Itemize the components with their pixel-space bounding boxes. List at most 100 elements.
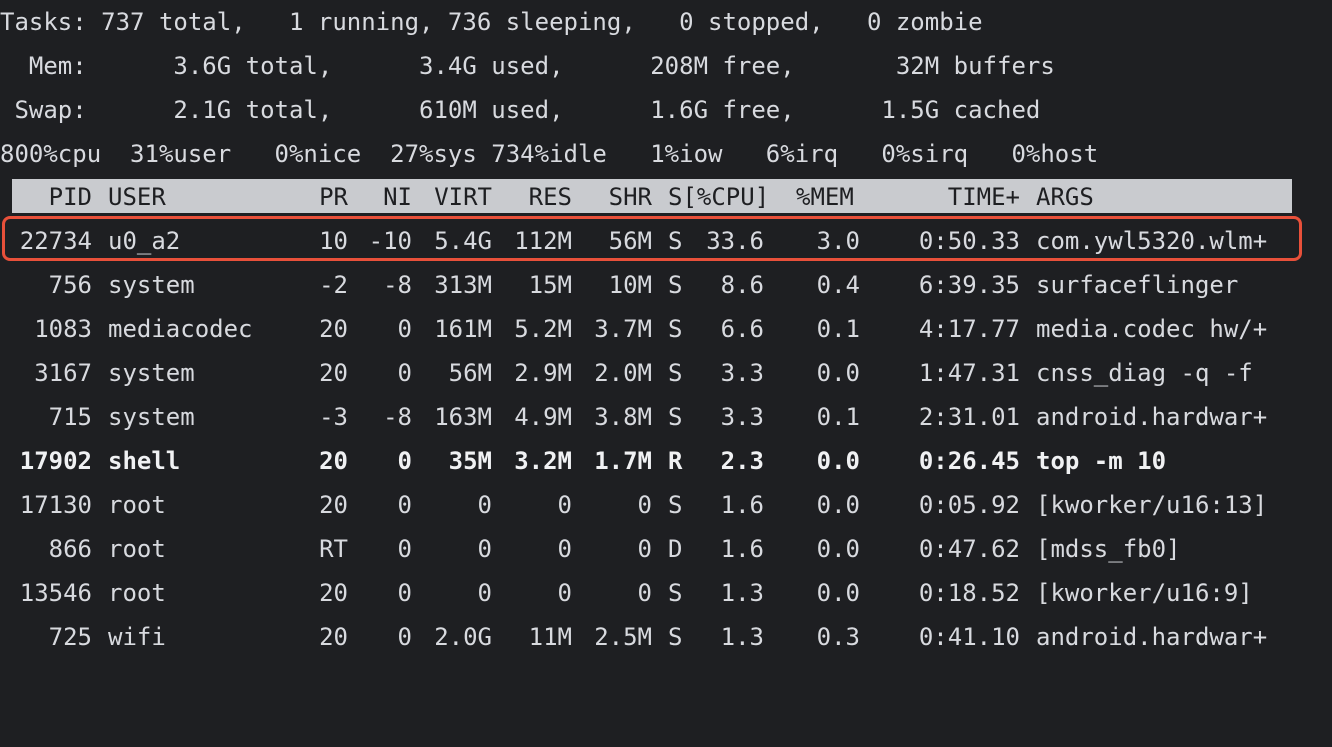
process-time: 1:47.31 — [918, 359, 1020, 387]
process-ni: -8 — [383, 403, 412, 431]
process-s: S — [668, 579, 683, 607]
process-virt: 313M — [434, 271, 492, 299]
process-s: R — [668, 447, 683, 475]
process-s: S — [668, 315, 683, 343]
tasks-summary-line: Tasks: 737 total, 1 running, 736 sleepin… — [0, 8, 983, 36]
process-user: mediacodec — [108, 315, 253, 343]
process-ni: -8 — [383, 271, 412, 299]
process-shr: 0 — [637, 535, 652, 563]
process-pid: 3167 — [34, 359, 92, 387]
process-mem: 0.3 — [816, 623, 860, 651]
process-time: 0:18.52 — [918, 579, 1020, 607]
process-s: S — [668, 403, 683, 431]
header-pid: PID — [48, 183, 92, 211]
process-user: shell — [108, 447, 181, 475]
process-pid: 13546 — [19, 579, 92, 607]
process-cpu: 8.6 — [720, 271, 764, 299]
process-args: surfaceflinger — [1036, 271, 1239, 299]
process-args: top -m 10 — [1036, 447, 1167, 475]
process-virt: 0 — [477, 491, 492, 519]
process-pid: 17902 — [19, 447, 92, 475]
process-s: D — [668, 535, 683, 563]
process-shr: 2.5M — [594, 623, 652, 651]
process-cpu: 1.3 — [720, 623, 764, 651]
process-cpu: 2.3 — [720, 447, 764, 475]
process-args: media.codec hw/+ — [1036, 315, 1268, 343]
process-pr: 20 — [319, 579, 348, 607]
header-mem: %MEM — [796, 183, 854, 211]
process-mem: 0.1 — [816, 403, 860, 431]
header-state-cpu: S[%CPU] — [668, 183, 770, 211]
process-res: 15M — [528, 271, 572, 299]
process-cpu: 1.6 — [720, 535, 764, 563]
process-res: 4.9M — [514, 403, 572, 431]
process-mem: 0.0 — [816, 579, 860, 607]
process-time: 0:26.45 — [918, 447, 1020, 475]
mem-summary-line: Mem: 3.6G total, 3.4G used, 208M free, 3… — [0, 52, 1055, 80]
process-mem: 0.0 — [816, 535, 860, 563]
process-row: 3167 system 20 0 56M 2.9M 2.0M S 3.3 0.0 1:47.31 cn… — [0, 351, 1332, 395]
process-shr: 3.7M — [594, 315, 652, 343]
process-res: 2.9M — [514, 359, 572, 387]
process-pr: 20 — [319, 359, 348, 387]
process-user: root — [108, 491, 166, 519]
process-mem: 0.0 — [816, 359, 860, 387]
header-user: USER — [108, 183, 166, 211]
process-time: 0:05.92 — [918, 491, 1020, 519]
process-res: 5.2M — [514, 315, 572, 343]
process-user: wifi — [108, 623, 166, 651]
process-cpu: 3.3 — [720, 403, 764, 431]
process-virt: 161M — [434, 315, 492, 343]
process-pid: 756 — [48, 271, 92, 299]
process-row: 17902 shell 20 0 35M 3.2M 1.7M R 2.3 0.0 0:26.45 to… — [0, 439, 1332, 483]
process-res: 11M — [528, 623, 572, 651]
process-ni: 0 — [397, 491, 412, 519]
process-ni: 0 — [397, 447, 412, 475]
process-virt: 163M — [434, 403, 492, 431]
header-res: RES — [528, 183, 572, 211]
process-virt: 35M — [448, 447, 492, 475]
process-row: 725 wifi 20 0 2.0G 11M 2.5M S 1.3 0.3 0:41.10 andro… — [0, 615, 1332, 659]
process-user: system — [108, 403, 195, 431]
process-shr: 3.8M — [594, 403, 652, 431]
process-user: system — [108, 271, 195, 299]
process-pid: 725 — [48, 623, 92, 651]
process-pr: -3 — [319, 403, 348, 431]
process-time: 2:31.01 — [918, 403, 1020, 431]
process-shr: 10M — [608, 271, 652, 299]
process-time: 6:39.35 — [918, 271, 1020, 299]
process-row: 715 system -3 -8 163M 4.9M 3.8M S 3.3 0.1 2:31.01 a… — [0, 395, 1332, 439]
cpu-summary-line: 800%cpu 31%user 0%nice 27%sys 734%idle 1… — [0, 140, 1099, 168]
swap-summary-line: Swap: 2.1G total, 610M used, 1.6G free, … — [0, 96, 1041, 124]
process-virt: 0 — [477, 579, 492, 607]
process-row: 1083 mediacodec 20 0 161M 5.2M 3.7M S 6.6 0.1 4:17… — [0, 307, 1332, 351]
highlight-annotation — [2, 216, 1302, 261]
process-cpu: 1.6 — [720, 491, 764, 519]
process-res: 3.2M — [514, 447, 572, 475]
header-args: ARGS — [1036, 183, 1094, 211]
process-row: 17130 root 20 0 0 0 0 S 1.6 0.0 0:05.92 [kworker/u1… — [0, 483, 1332, 527]
header-shr: SHR — [608, 183, 652, 211]
process-pr: 20 — [319, 623, 348, 651]
process-args: [kworker/u16:13] — [1036, 491, 1268, 519]
process-virt: 0 — [477, 535, 492, 563]
process-user: root — [108, 579, 166, 607]
process-ni: 0 — [397, 359, 412, 387]
process-mem: 0.0 — [816, 491, 860, 519]
process-args: [mdss_fb0] — [1036, 535, 1181, 563]
process-ni: 0 — [397, 579, 412, 607]
terminal-window[interactable]: Tasks: 737 total, 1 running, 736 sleepin… — [0, 0, 1332, 680]
process-time: 4:17.77 — [918, 315, 1020, 343]
process-time: 0:41.10 — [918, 623, 1020, 651]
process-ni: 0 — [397, 315, 412, 343]
process-time: 0:47.62 — [918, 535, 1020, 563]
process-cpu: 6.6 — [720, 315, 764, 343]
process-shr: 0 — [637, 579, 652, 607]
column-header-row: PID USER PR NI VIRT RES SHR S[%CPU] %MEM… — [0, 175, 1332, 219]
header-pr: PR — [319, 183, 348, 211]
process-shr: 1.7M — [594, 447, 652, 475]
process-shr: 0 — [637, 491, 652, 519]
process-pr: 20 — [319, 447, 348, 475]
process-virt: 2.0G — [434, 623, 492, 651]
process-res: 0 — [557, 491, 572, 519]
